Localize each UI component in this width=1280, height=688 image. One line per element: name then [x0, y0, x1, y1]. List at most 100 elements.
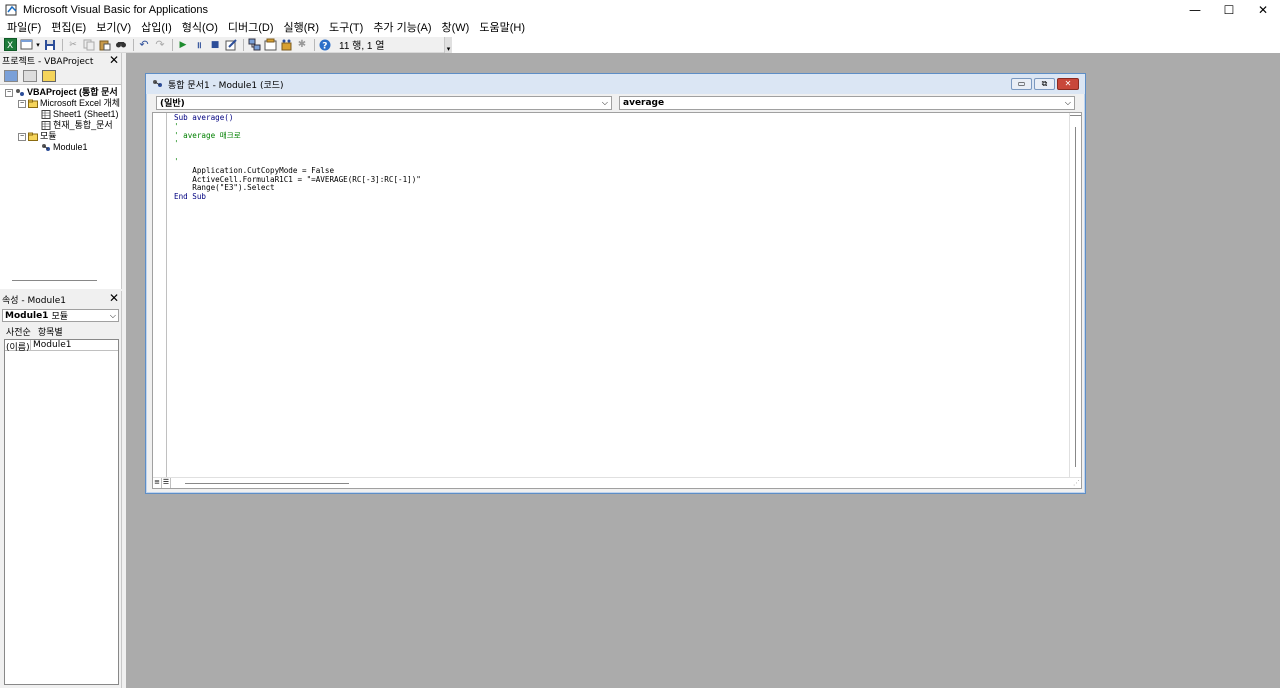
object-combo[interactable]: (일반) ⌵	[156, 95, 612, 110]
help-icon[interactable]: ?	[318, 38, 332, 52]
code-close-button[interactable]: ✕	[1057, 78, 1079, 90]
code-line[interactable]	[174, 149, 421, 158]
minimize-button[interactable]: —	[1178, 0, 1212, 20]
menu-item-10[interactable]: 도움말(H)	[474, 20, 530, 37]
tree-item[interactable]: − Microsoft Excel 개체	[0, 98, 121, 109]
toolbar-options-icon[interactable]: ▾	[444, 37, 452, 53]
code-margin[interactable]	[153, 113, 167, 478]
menu-item-0[interactable]: 파일(F)	[2, 20, 46, 37]
menu-item-6[interactable]: 실행(R)	[279, 20, 325, 37]
code-minimize-button[interactable]: ▭	[1011, 78, 1032, 90]
code-line[interactable]: End Sub	[174, 192, 421, 202]
code-restore-button[interactable]: ⧉	[1034, 78, 1055, 90]
tree-item[interactable]: Sheet1 (Sheet1)	[0, 109, 121, 120]
menu-item-8[interactable]: 추가 기능(A)	[368, 20, 436, 37]
design-mode-icon[interactable]	[224, 38, 238, 52]
menu-item-2[interactable]: 보기(V)	[91, 20, 136, 37]
pause-icon[interactable]: ॥	[192, 38, 206, 52]
tree-item-label: Sheet1 (Sheet1)	[53, 109, 119, 119]
tab-alphabetic[interactable]: 사전순	[6, 325, 31, 338]
close-button[interactable]: ✕	[1246, 0, 1280, 20]
excel-icon[interactable]: X	[3, 38, 17, 52]
menu-item-1[interactable]: 편집(E)	[46, 20, 91, 37]
tree-item[interactable]: 현재_통합_문서	[0, 120, 121, 131]
object-browser-icon[interactable]	[279, 38, 293, 52]
code-token: Range("E3").Select	[174, 183, 275, 193]
code-token: ' average 매크로	[174, 130, 241, 140]
properties-pane-header: 속성 - Module1 ✕	[0, 291, 121, 307]
code-token: '	[174, 121, 179, 131]
stop-icon[interactable]: ■	[208, 38, 222, 52]
properties-grid: (이름) Module1	[4, 339, 119, 685]
code-line[interactable]: ' average 매크로	[174, 130, 421, 141]
menu-item-9[interactable]: 창(W)	[437, 20, 475, 37]
properties-pane-close-icon[interactable]: ✕	[109, 291, 119, 305]
code-line[interactable]: '	[174, 139, 421, 149]
tree-item-label: Microsoft Excel 개체	[40, 98, 121, 108]
copy-icon[interactable]	[82, 38, 96, 52]
project-icon	[16, 89, 24, 96]
procedure-combo[interactable]: average ⌵	[619, 95, 1075, 110]
tree-expander-icon[interactable]: −	[18, 99, 26, 108]
save-icon[interactable]	[43, 38, 57, 52]
project-explorer-icon[interactable]	[247, 38, 261, 52]
code-text[interactable]: Sub average() ' ' average 매크로 ' ' Applicatio…	[174, 113, 421, 202]
properties-pane: 속성 - Module1 ✕ Module1 모듈 ⌵ 사전순 항목별 (이름)…	[0, 291, 122, 688]
find-icon[interactable]	[114, 38, 128, 52]
tree-item-label: 모듈	[40, 131, 57, 141]
code-token: ActiveCell.FormulaR1C1 = "=AVERAGE(RC[-3…	[174, 174, 421, 184]
properties-icon[interactable]	[263, 38, 277, 52]
tree-item[interactable]: Module1	[0, 142, 121, 153]
menu-item-5[interactable]: 디버그(D)	[223, 20, 279, 37]
object-selector-type: 모듈	[51, 312, 69, 322]
redo-icon[interactable]: ↷	[153, 38, 167, 52]
object-combo-value: (일반)	[160, 99, 185, 109]
maximize-button[interactable]: ☐	[1212, 0, 1246, 20]
project-pane-toolbar	[0, 67, 121, 85]
code-vertical-scrollbar[interactable]	[1069, 113, 1081, 478]
resize-grip-icon[interactable]: ⋰	[1073, 479, 1080, 487]
folder-icon	[28, 99, 38, 108]
object-selector[interactable]: Module1 모듈 ⌵	[2, 309, 119, 322]
insert-icon[interactable]	[19, 38, 33, 52]
menu-item-3[interactable]: 삽입(I)	[136, 20, 177, 37]
tree-item-label: 현재_통합_문서	[53, 120, 113, 130]
code-combos: (일반) ⌵ average ⌵	[146, 94, 1085, 111]
toggle-folders-icon[interactable]	[42, 69, 56, 82]
undo-icon[interactable]: ↶	[137, 38, 151, 52]
chevron-down-icon: ⌵	[109, 310, 116, 320]
code-token: End Sub	[174, 192, 207, 202]
property-row[interactable]: (이름) Module1	[5, 340, 118, 353]
menu-item-7[interactable]: 도구(T)	[324, 20, 368, 37]
run-icon[interactable]: ▶	[176, 38, 190, 52]
full-module-view-icon[interactable]: ☰	[162, 478, 171, 488]
view-code-icon[interactable]	[4, 69, 18, 82]
code-editor[interactable]: Sub average() ' ' average 매크로 ' ' Applicatio…	[152, 112, 1082, 489]
project-pane-close-icon[interactable]: ✕	[109, 53, 119, 67]
property-value[interactable]: Module1	[31, 340, 71, 350]
tree-item[interactable]: − VBAProject (통합 문서	[0, 87, 121, 98]
menu-item-4[interactable]: 형식(O)	[177, 20, 223, 37]
tree-item-label: VBAProject (통합 문서	[27, 87, 118, 97]
properties-tabs: 사전순 항목별	[0, 324, 121, 338]
cut-icon[interactable]: ✂	[66, 38, 80, 52]
toolbar-separator	[62, 38, 63, 51]
chevron-down-icon: ⌵	[601, 97, 608, 107]
project-tree-scrollbar[interactable]	[0, 278, 120, 283]
code-token: Application.CutCopyMode = False	[174, 165, 335, 175]
paste-icon[interactable]	[98, 38, 112, 52]
tree-expander-icon[interactable]: −	[18, 132, 26, 141]
view-object-icon[interactable]	[23, 69, 37, 82]
code-line[interactable]: Range("E3").Select	[174, 183, 421, 193]
code-window-title: 통합 문서1 - Module1 (코드)	[168, 80, 284, 91]
procedure-view-icon[interactable]: ≡	[153, 478, 162, 488]
code-token: '	[174, 139, 179, 149]
code-horizontal-scrollbar[interactable]: ≡ ☰ ⋰	[153, 477, 1081, 488]
tree-item[interactable]: − 모듈	[0, 131, 121, 142]
toolbox-icon[interactable]: ✱	[295, 38, 309, 52]
tab-categorized[interactable]: 항목별	[38, 325, 63, 338]
procedure-combo-value: average	[623, 97, 665, 108]
code-line[interactable]: Sub average()	[174, 113, 421, 123]
chevron-down-icon[interactable]: ▾	[35, 38, 41, 52]
tree-expander-icon[interactable]: −	[5, 88, 13, 97]
